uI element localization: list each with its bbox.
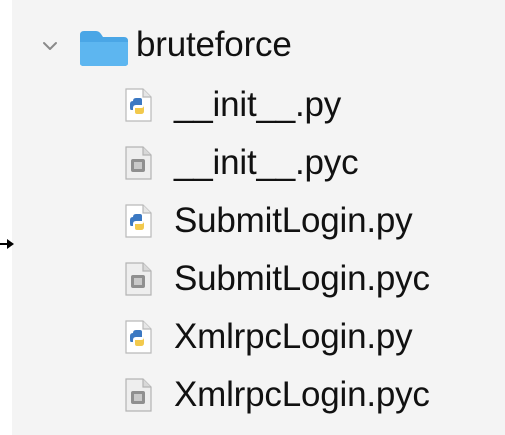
tree-file-item[interactable]: SubmitLogin.pyc <box>12 250 505 308</box>
python-file-icon <box>125 320 152 354</box>
tree-file-item[interactable]: __init__.pyc <box>12 134 505 192</box>
file-label: XmlrpcLogin.pyc <box>174 375 430 414</box>
arrow-pointer-icon <box>0 239 14 249</box>
file-label: __init__.pyc <box>174 143 359 182</box>
python-file-icon <box>125 88 152 122</box>
tree-file-item[interactable]: SubmitLogin.py <box>12 192 505 250</box>
chevron-down-icon[interactable] <box>42 38 58 54</box>
folder-icon <box>80 31 128 66</box>
file-label: XmlrpcLogin.py <box>174 317 413 356</box>
file-label: SubmitLogin.pyc <box>174 259 430 298</box>
file-label: __init__.py <box>174 85 342 124</box>
tree-file-item[interactable]: __init__.py <box>12 76 505 134</box>
tree-folder-bruteforce[interactable]: bruteforce <box>12 18 505 76</box>
file-tree-panel: bruteforce __init__.py __init__.pyc Subm… <box>12 0 505 435</box>
compiled-file-icon <box>125 378 152 412</box>
compiled-file-icon <box>125 262 152 296</box>
file-label: SubmitLogin.py <box>174 201 413 240</box>
compiled-file-icon <box>125 146 152 180</box>
python-file-icon <box>125 204 152 238</box>
tree-file-item[interactable]: XmlrpcLogin.py <box>12 308 505 366</box>
folder-label: bruteforce <box>136 25 292 64</box>
tree-file-item[interactable]: XmlrpcLogin.pyc <box>12 366 505 424</box>
